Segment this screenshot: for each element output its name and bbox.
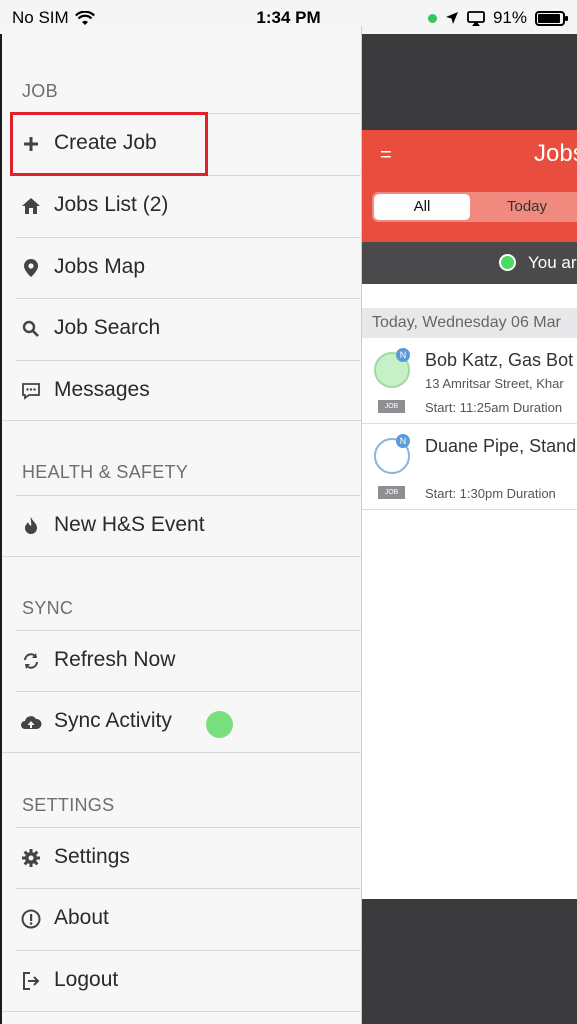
section-settings: SETTINGS bbox=[22, 795, 115, 815]
status-banner-text: You ar bbox=[528, 253, 577, 272]
menu-item-label: Jobs Map bbox=[54, 255, 146, 278]
status-right: 91% bbox=[427, 8, 568, 28]
list-item[interactable]: N JOB Bob Katz, Gas Bot 13 Amritsar Stre… bbox=[362, 338, 577, 424]
divider bbox=[2, 556, 362, 557]
jobs-filter-segmented: All Today bbox=[372, 192, 577, 222]
menu-item-sync-activity[interactable]: Sync Activity bbox=[2, 691, 362, 753]
divider bbox=[16, 237, 362, 238]
jobs-title: Jobs bbox=[534, 140, 577, 167]
menu-item-label: Refresh Now bbox=[54, 648, 176, 671]
job-tag: JOB bbox=[378, 400, 405, 413]
menu-item-messages[interactable]: Messages bbox=[2, 360, 362, 422]
divider bbox=[2, 420, 362, 421]
job-name: Bob Katz, Gas Bot bbox=[425, 350, 574, 370]
battery-icon bbox=[535, 10, 568, 26]
menu-item-new-hs-event[interactable]: New H&S Event bbox=[2, 495, 362, 557]
divider bbox=[16, 888, 362, 889]
jobs-list: Today, Wednesday 06 Mar N JOB Bob Katz, … bbox=[362, 284, 577, 899]
battery-fill bbox=[538, 13, 560, 23]
info-icon bbox=[20, 908, 42, 930]
status-banner: You ar bbox=[362, 242, 577, 284]
tab-all[interactable]: All bbox=[374, 194, 470, 220]
divider bbox=[16, 950, 362, 951]
job-start: Start: 1:30pm Duration bbox=[425, 486, 556, 501]
hamburger-icon[interactable]: = bbox=[380, 144, 392, 167]
menu-item-job-search[interactable]: Job Search bbox=[2, 298, 362, 360]
menu-item-label: Settings bbox=[54, 845, 130, 868]
job-tag: JOB bbox=[378, 486, 405, 499]
menu-item-label: Sync Activity bbox=[54, 709, 172, 732]
airplay-icon bbox=[467, 10, 485, 26]
map-pin-icon bbox=[20, 257, 42, 279]
divider bbox=[2, 1011, 362, 1012]
menu-item-label: About bbox=[54, 906, 109, 929]
menu-item-label: Jobs List (2) bbox=[54, 193, 169, 216]
divider bbox=[16, 691, 362, 692]
sync-status-indicator bbox=[206, 711, 233, 738]
menu-item-label: Messages bbox=[54, 378, 150, 401]
new-badge: N bbox=[396, 348, 410, 362]
refresh-icon bbox=[20, 650, 42, 672]
divider bbox=[16, 495, 362, 496]
section-health-safety: HEALTH & SAFETY bbox=[22, 462, 189, 482]
chat-icon bbox=[20, 380, 42, 402]
home-icon bbox=[20, 195, 42, 217]
job-name: Duane Pipe, Stand bbox=[425, 436, 577, 456]
jobs-header: = Jobs All Today bbox=[362, 130, 577, 242]
menu-item-logout[interactable]: Logout bbox=[2, 950, 362, 1012]
create-job-highlight bbox=[10, 112, 208, 176]
new-badge: N bbox=[396, 434, 410, 448]
tab-today[interactable]: Today bbox=[482, 194, 572, 220]
section-job: JOB bbox=[22, 81, 58, 101]
search-icon bbox=[20, 318, 42, 340]
battery-percent: 91% bbox=[492, 8, 527, 27]
flame-icon bbox=[20, 515, 42, 537]
date-header: Today, Wednesday 06 Mar bbox=[362, 308, 577, 338]
location-arrow-icon bbox=[445, 12, 458, 24]
menu-item-jobs-list[interactable]: Jobs List (2) bbox=[2, 175, 362, 237]
divider bbox=[2, 752, 362, 753]
online-status-icon bbox=[499, 254, 516, 271]
divider bbox=[16, 630, 362, 631]
side-menu: JOB Create Job Jobs List (2) Jobs Map Jo… bbox=[2, 26, 362, 1024]
menu-item-settings[interactable]: Settings bbox=[2, 827, 362, 889]
section-sync: SYNC bbox=[22, 598, 74, 618]
mic-indicator-icon bbox=[427, 13, 437, 23]
menu-item-label: Job Search bbox=[54, 316, 161, 339]
list-item[interactable]: N JOB Duane Pipe, Stand Start: 1:30pm Du… bbox=[362, 424, 577, 510]
menu-item-label: New H&S Event bbox=[54, 513, 205, 536]
job-address: 13 Amritsar Street, Khar bbox=[425, 376, 564, 391]
menu-item-about[interactable]: About bbox=[2, 888, 362, 950]
menu-item-label: Logout bbox=[54, 968, 119, 991]
divider bbox=[16, 360, 362, 361]
job-start: Start: 11:25am Duration bbox=[425, 400, 563, 415]
divider bbox=[16, 827, 362, 828]
divider bbox=[16, 298, 362, 299]
menu-item-jobs-map[interactable]: Jobs Map bbox=[2, 237, 362, 299]
cloud-upload-icon bbox=[20, 711, 42, 733]
logout-icon bbox=[20, 970, 42, 992]
menu-item-refresh-now[interactable]: Refresh Now bbox=[2, 630, 362, 692]
gear-icon bbox=[20, 847, 42, 869]
